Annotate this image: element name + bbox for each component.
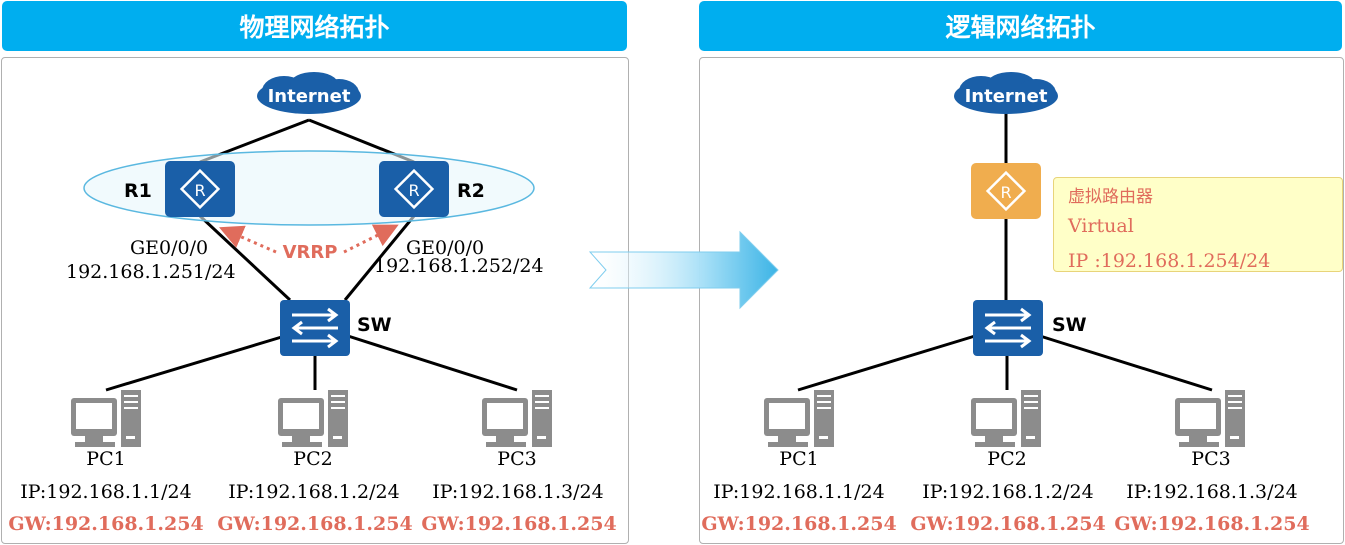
virtual-router-title: 虚拟路由器 — [1068, 187, 1153, 207]
internet-cloud-icon-logical: Internet — [954, 72, 1058, 114]
internet-cloud-icon: Internet — [257, 72, 361, 114]
pc3-icon-logical — [1175, 390, 1245, 447]
pc3-icon — [482, 390, 552, 447]
router-r2-label: R2 — [457, 180, 485, 202]
pc2-gw-logical: GW:192.168.1.254 — [910, 513, 1105, 535]
svg-text:R: R — [194, 181, 205, 200]
pc3-name: PC3 — [497, 448, 536, 470]
pc3-name-logical: PC3 — [1191, 448, 1230, 470]
switch-icon-logical — [971, 298, 1045, 358]
pc1-icon-logical — [764, 390, 834, 447]
pc2-ip-logical: IP:192.168.1.2/24 — [922, 481, 1093, 503]
internet-label-logical: Internet — [965, 86, 1048, 107]
router-r2-icon: R — [379, 161, 449, 217]
router-r1-label: R1 — [124, 180, 152, 202]
r2-ip-label: 192.168.1.252/24 — [374, 255, 544, 277]
pc3-gw: GW:192.168.1.254 — [421, 513, 616, 535]
pc2-name: PC2 — [293, 448, 332, 470]
pc2-icon-logical — [971, 390, 1041, 447]
pc1-ip-logical: IP:192.168.1.1/24 — [713, 481, 884, 503]
pc1-gw-logical: GW:192.168.1.254 — [701, 513, 896, 535]
pc1-ip: IP:192.168.1.1/24 — [20, 481, 191, 503]
switch-icon — [278, 298, 352, 358]
internet-label: Internet — [268, 86, 351, 107]
vrrp-arrow-right — [343, 224, 399, 254]
virtual-router-icon: R — [971, 163, 1041, 219]
pc1-name-logical: PC1 — [779, 448, 818, 470]
pc3-gw-logical: GW:192.168.1.254 — [1114, 513, 1309, 535]
vrrp-label: VRRP — [283, 242, 338, 263]
virtual-router-ip: IP :192.168.1.254/24 — [1068, 250, 1271, 272]
pc1-gw: GW:192.168.1.254 — [8, 513, 203, 535]
pc3-ip: IP:192.168.1.3/24 — [432, 481, 603, 503]
virtual-router-line2: Virtual — [1068, 215, 1134, 237]
router-r1-icon: R — [165, 161, 235, 217]
topology-diagram: Internet R R1 R R2 GE0/0/0 192.168.1.251… — [8, 72, 1310, 535]
transform-arrow — [588, 230, 779, 310]
svg-text:R: R — [408, 181, 419, 200]
pc1-name: PC1 — [86, 448, 125, 470]
pc2-gw: GW:192.168.1.254 — [217, 513, 412, 535]
switch-label: SW — [357, 314, 392, 336]
r1-interface-label: GE0/0/0 — [130, 237, 208, 259]
r1-ip-label: 192.168.1.251/24 — [66, 261, 236, 283]
pc2-ip: IP:192.168.1.2/24 — [228, 481, 399, 503]
pc1-icon — [71, 390, 141, 447]
svg-text:R: R — [1000, 183, 1011, 202]
pc2-icon — [278, 390, 348, 447]
pc2-name-logical: PC2 — [987, 448, 1026, 470]
virtual-router-info-box: 虚拟路由器 Virtual IP :192.168.1.254/24 — [1053, 177, 1343, 272]
pc3-ip-logical: IP:192.168.1.3/24 — [1126, 481, 1297, 503]
switch-label-logical: SW — [1052, 314, 1087, 336]
